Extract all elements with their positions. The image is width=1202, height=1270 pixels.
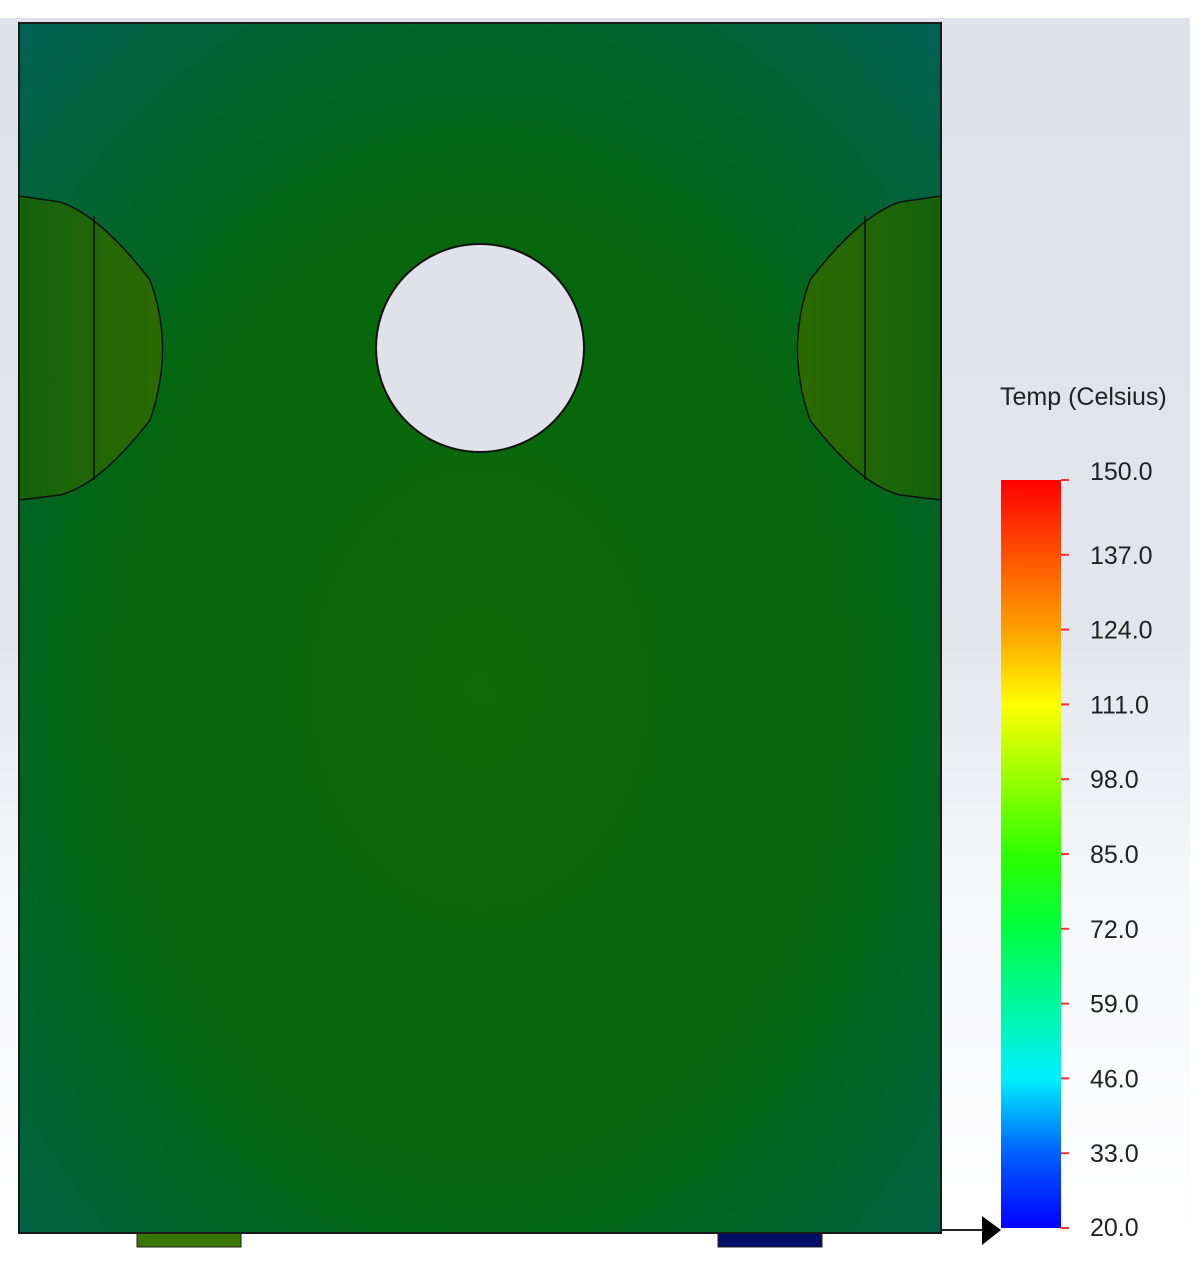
legend-tick-label: 72.0 [1090, 916, 1139, 944]
color-scale-bar [1001, 480, 1061, 1228]
legend-tick-label: 85.0 [1090, 841, 1139, 869]
legend-ticks: 150.0 137.0 124.0 111.0 98.0 85.0 72.0 59.0 46.0… [1061, 458, 1153, 1242]
legend-tick-label: 111.0 [1090, 691, 1149, 719]
legend-tick-label: 59.0 [1090, 991, 1139, 1019]
min-pointer-arrow-icon [982, 1216, 1001, 1245]
legend-tick-label: 150.0 [1090, 458, 1153, 486]
legend-tick-label: 20.0 [1090, 1214, 1139, 1242]
legend-tick-label: 46.0 [1090, 1065, 1139, 1093]
center-hole [375, 243, 585, 453]
simulation-view: Temp (Celsius) 150.0 137.0 124.0 111.0 98.0 8… [18, 22, 1167, 1248]
legend-tick-label: 98.0 [1090, 766, 1139, 794]
legend-tick-label: 33.0 [1090, 1140, 1139, 1168]
legend-tick-label: 137.0 [1090, 542, 1153, 570]
part-body [18, 22, 942, 1234]
legend-tick-label: 124.0 [1090, 617, 1153, 645]
legend-title: Temp (Celsius) [1000, 383, 1167, 411]
